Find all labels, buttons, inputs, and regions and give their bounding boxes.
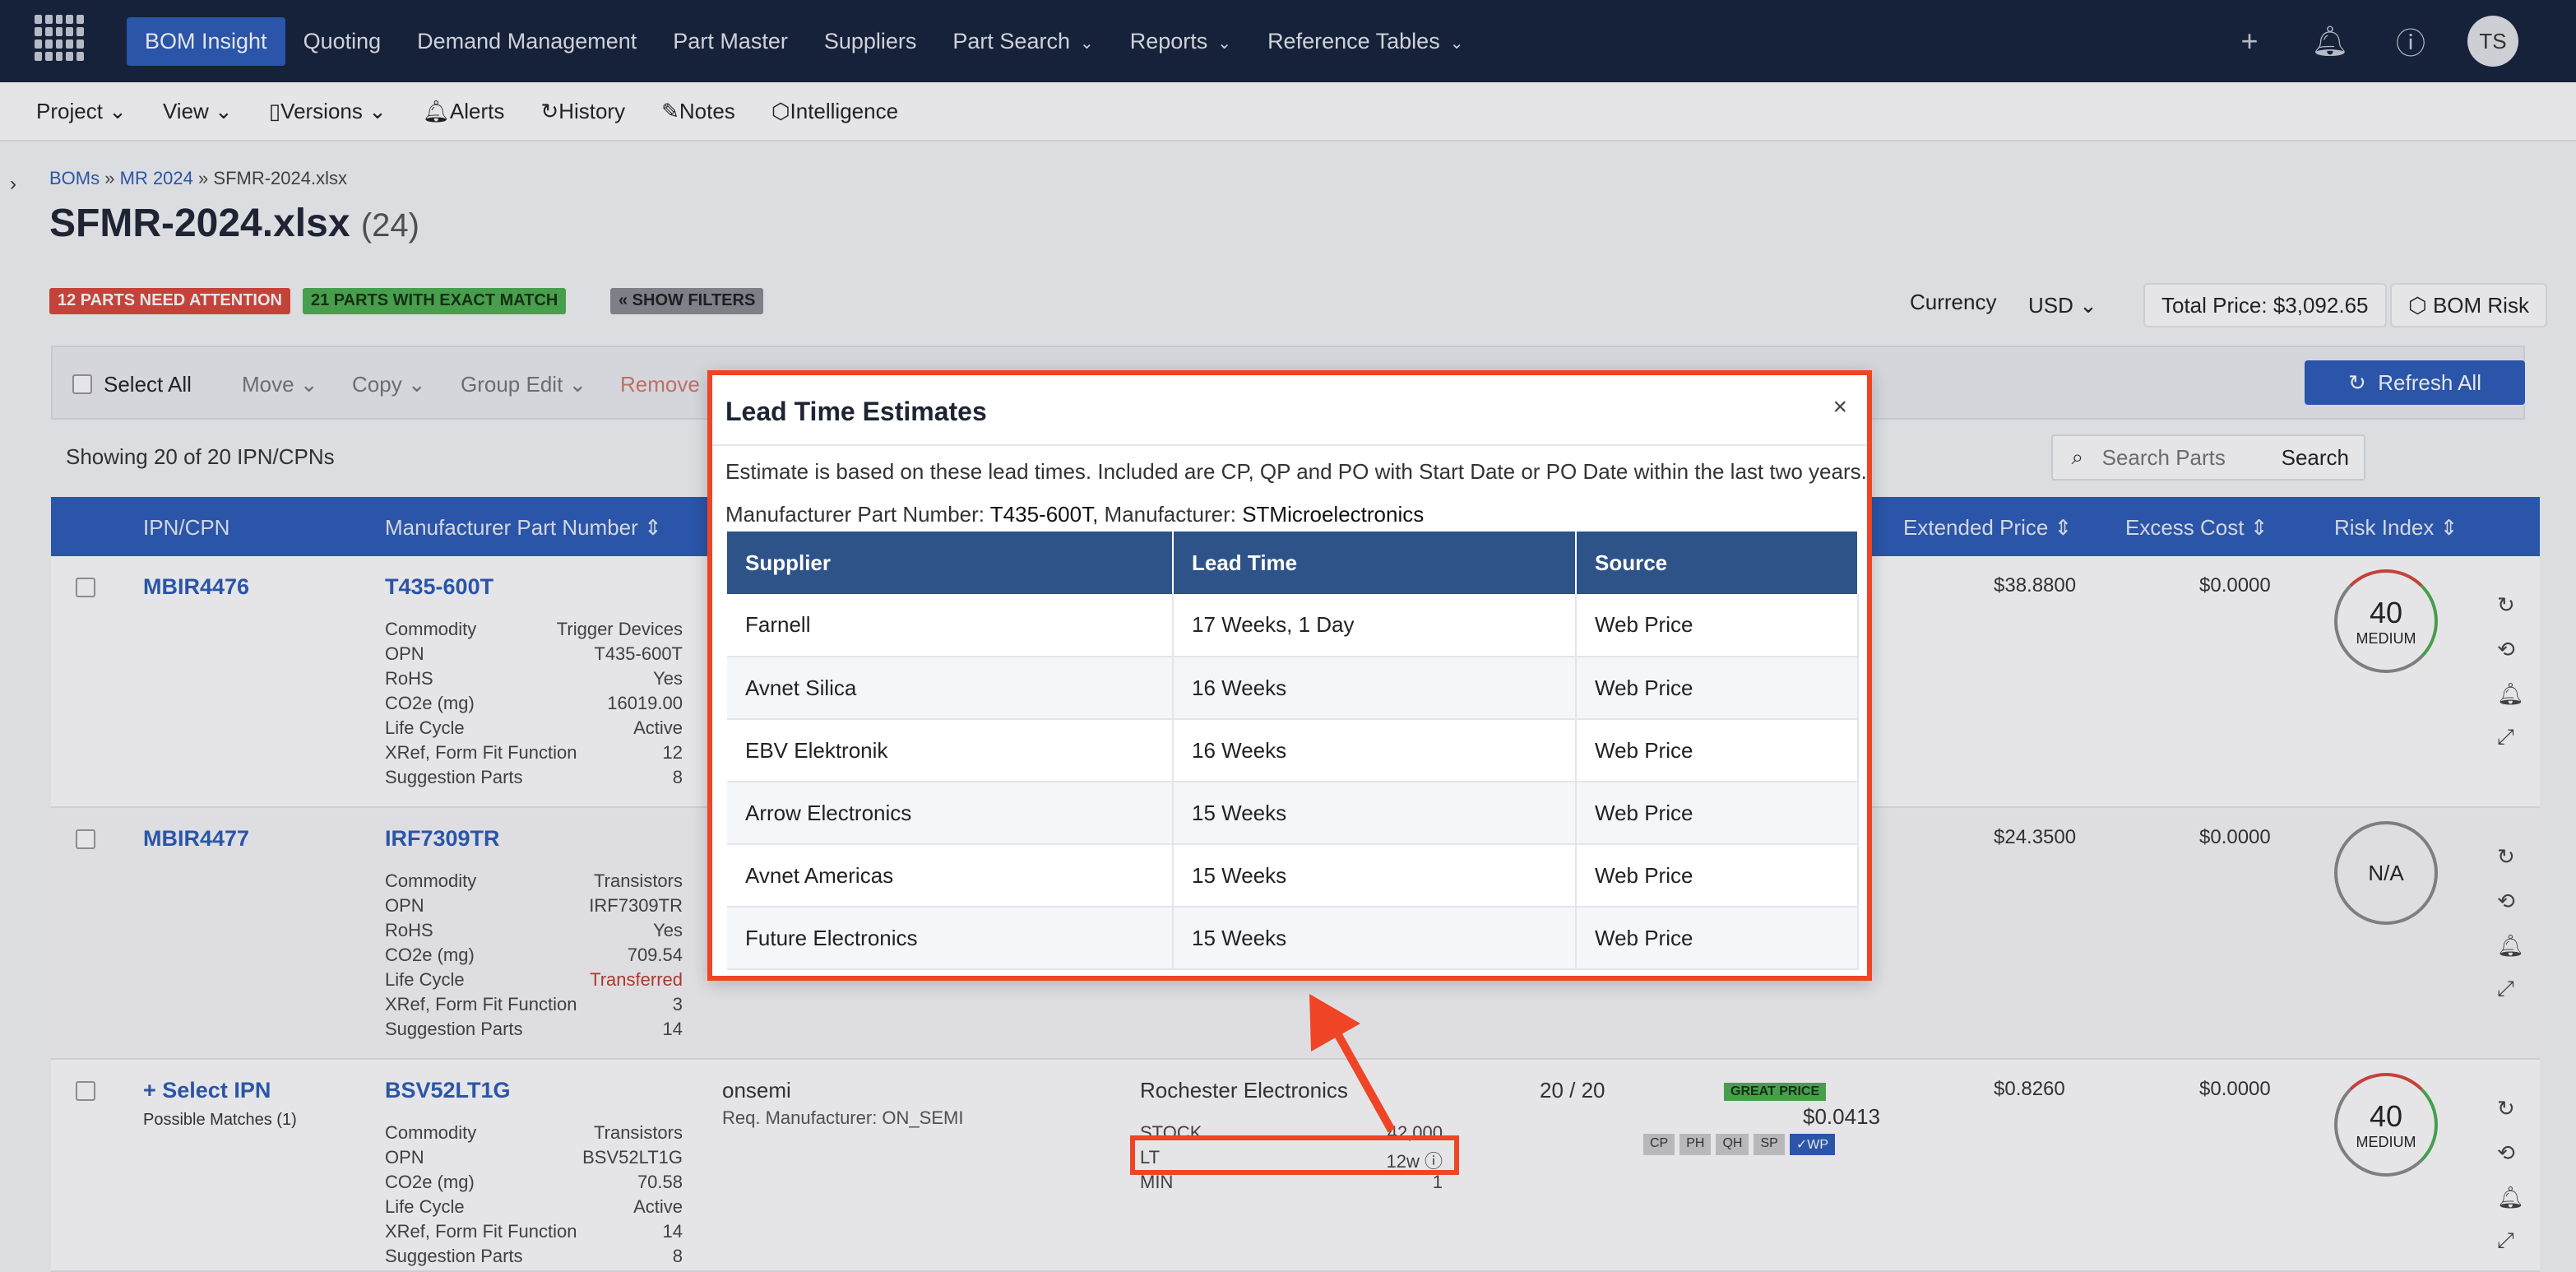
lead-time-modal: Lead Time Estimates × Estimate is based …: [707, 370, 1872, 981]
source-cell: Web Price: [1576, 844, 1859, 908]
col-lead-time: Lead Time: [1173, 532, 1577, 594]
table-row: EBV Elektronik 16 Weeks Web Price: [727, 719, 1859, 782]
col-supplier: Supplier: [727, 532, 1174, 594]
supplier-cell: Avnet Silica: [727, 657, 1174, 720]
modal-part-info: Manufacturer Part Number: T435-600T, Man…: [725, 502, 1425, 527]
source-cell: Web Price: [1576, 907, 1859, 970]
lead-time-cell: 16 Weeks: [1173, 719, 1577, 782]
lead-time-cell: 15 Weeks: [1173, 844, 1577, 908]
modal-divider: [712, 444, 1867, 446]
table-row: Arrow Electronics 15 Weeks Web Price: [727, 782, 1859, 845]
source-cell: Web Price: [1576, 657, 1859, 720]
table-row: Avnet Americas 15 Weeks Web Price: [727, 844, 1859, 908]
table-row: Future Electronics 15 Weeks Web Price: [727, 907, 1859, 970]
lead-time-cell: 15 Weeks: [1173, 782, 1577, 845]
supplier-cell: EBV Elektronik: [727, 719, 1174, 782]
lead-time-cell: 15 Weeks: [1173, 907, 1577, 970]
lead-time-highlight-box: [1130, 1135, 1459, 1175]
source-cell: Web Price: [1576, 594, 1859, 657]
lead-time-header-row: Supplier Lead Time Source: [727, 532, 1859, 594]
lead-time-table: Supplier Lead Time Source Farnell 17 Week…: [727, 532, 1859, 970]
modal-description: Estimate is based on these lead times. I…: [725, 459, 1867, 484]
supplier-cell: Future Electronics: [727, 907, 1174, 970]
lead-time-cell: 16 Weeks: [1173, 657, 1577, 720]
close-icon[interactable]: ×: [1832, 393, 1847, 421]
lead-time-cell: 17 Weeks, 1 Day: [1173, 594, 1577, 657]
supplier-cell: Arrow Electronics: [727, 782, 1174, 845]
table-row: Farnell 17 Weeks, 1 Day Web Price: [727, 594, 1859, 657]
source-cell: Web Price: [1576, 719, 1859, 782]
table-row: Avnet Silica 16 Weeks Web Price: [727, 657, 1859, 720]
supplier-cell: Farnell: [727, 594, 1174, 657]
modal-title: Lead Time Estimates: [725, 397, 987, 426]
col-source: Source: [1576, 532, 1859, 594]
supplier-cell: Avnet Americas: [727, 844, 1174, 908]
source-cell: Web Price: [1576, 782, 1859, 845]
